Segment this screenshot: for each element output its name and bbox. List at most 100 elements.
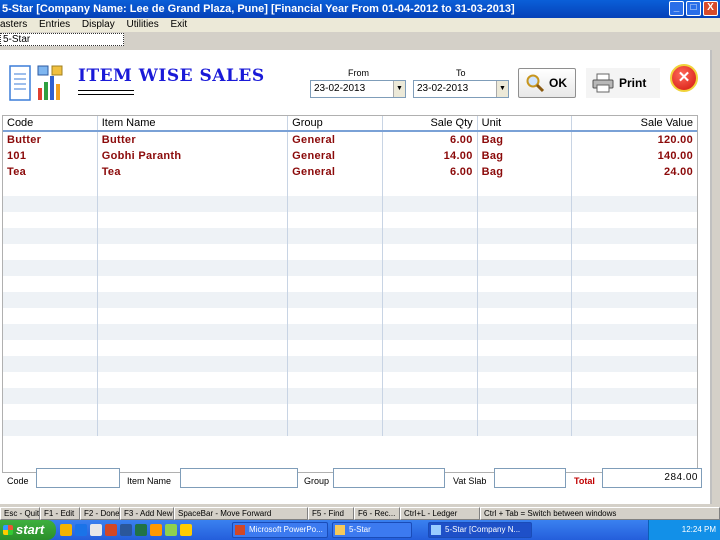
empty-cell — [3, 260, 98, 276]
cell-item-name: Gobhi Paranth — [98, 148, 289, 164]
table-row[interactable]: Butter Butter General 6.00 Bag 120.00 — [3, 132, 697, 148]
maximize-button[interactable]: □ — [686, 1, 701, 16]
code-filter-label: Code — [7, 476, 29, 486]
excel-icon[interactable] — [135, 524, 147, 536]
from-date-picker[interactable]: 23-02-2013 ▼ — [310, 80, 406, 98]
empty-cell — [3, 372, 98, 388]
empty-cell — [288, 212, 383, 228]
title-underline — [78, 90, 134, 91]
empty-cell — [383, 372, 478, 388]
cell-code: Butter — [3, 132, 98, 148]
word-icon[interactable] — [120, 524, 132, 536]
app-icon — [431, 525, 441, 535]
column-header-sale-value[interactable]: Sale Value — [572, 116, 697, 130]
column-header-sale-qty[interactable]: Sale Qty — [383, 116, 478, 130]
shortcut-hint: F2 - Done — [80, 507, 120, 520]
empty-cell — [3, 276, 98, 292]
empty-cell — [478, 404, 573, 420]
powerpoint-icon[interactable] — [105, 524, 117, 536]
clock: 12:24 PM — [681, 525, 716, 534]
group-filter-input[interactable] — [333, 468, 445, 488]
menu-exit[interactable]: Exit — [171, 19, 188, 30]
empty-cell — [572, 276, 697, 292]
empty-cell — [98, 260, 289, 276]
report-title: ITEM WISE SALES — [78, 66, 265, 86]
close-report-button[interactable]: ✕ — [670, 64, 698, 92]
ok-button[interactable]: OK — [518, 68, 576, 98]
empty-cell — [98, 356, 289, 372]
empty-cell — [288, 308, 383, 324]
code-filter-input[interactable] — [36, 468, 120, 488]
column-header-unit[interactable]: Unit — [478, 116, 573, 130]
start-button[interactable]: start — [0, 520, 56, 540]
app-icon[interactable] — [180, 524, 192, 536]
empty-row — [3, 324, 697, 340]
cell-group: General — [288, 132, 383, 148]
empty-cell — [288, 260, 383, 276]
desktop-icon[interactable] — [90, 524, 102, 536]
report-panel: ITEM WISE SALES From 23-02-2013 ▼ To 23-… — [0, 50, 712, 504]
table-row[interactable]: Tea Tea General 6.00 Bag 24.00 — [3, 164, 697, 180]
empty-cell — [3, 340, 98, 356]
taskbar: start Microsoft PowerPo... 5-Star 5-Star… — [0, 520, 720, 540]
chevron-down-icon[interactable]: ▼ — [393, 81, 405, 97]
powerpoint-icon — [235, 525, 245, 535]
cell-sale-value: 140.00 — [657, 150, 694, 162]
cell-item-name: Tea — [98, 164, 289, 180]
folder-icon[interactable] — [60, 524, 72, 536]
shortcut-hint: F1 - Edit — [40, 507, 80, 520]
task-label: Microsoft PowerPo... — [249, 525, 323, 534]
cell-group: General — [288, 148, 383, 164]
browser-icon[interactable] — [75, 524, 87, 536]
empty-cell — [98, 244, 289, 260]
empty-row — [3, 196, 697, 212]
vat-slab-input[interactable] — [494, 468, 566, 488]
menu-display[interactable]: Display — [82, 19, 115, 30]
chevron-down-icon[interactable]: ▼ — [496, 81, 508, 97]
cell-sale-qty: 14.00 — [383, 148, 478, 164]
column-header-group[interactable]: Group — [288, 116, 383, 130]
empty-cell — [572, 228, 697, 244]
empty-cell — [98, 228, 289, 244]
empty-row — [3, 372, 697, 388]
to-date-picker[interactable]: 23-02-2013 ▼ — [413, 80, 509, 98]
empty-cell — [288, 340, 383, 356]
task-5star-company[interactable]: 5-Star [Company N... — [428, 522, 532, 538]
item-name-filter-input[interactable] — [180, 468, 298, 488]
empty-cell — [98, 404, 289, 420]
column-header-code[interactable]: Code — [3, 116, 98, 130]
task-powerpoint[interactable]: Microsoft PowerPo... — [232, 522, 328, 538]
minimize-button[interactable]: _ — [669, 1, 684, 16]
close-window-button[interactable]: X — [703, 1, 718, 16]
empty-cell — [572, 420, 697, 436]
mdi-window-tab[interactable]: 5-Star — [0, 33, 124, 46]
empty-cell — [288, 196, 383, 212]
empty-cell — [383, 388, 478, 404]
cell-sale-value: 120.00 — [657, 134, 694, 146]
task-5star[interactable]: 5-Star — [332, 522, 412, 538]
empty-cell — [478, 212, 573, 228]
empty-cell — [572, 244, 697, 260]
empty-row — [3, 260, 697, 276]
menu-entries[interactable]: Entries — [39, 19, 70, 30]
column-header-item-name[interactable]: Item Name — [98, 116, 289, 130]
empty-row — [3, 388, 697, 404]
empty-cell — [572, 356, 697, 372]
empty-cell — [98, 180, 289, 196]
empty-cell — [383, 228, 478, 244]
app-icon[interactable] — [150, 524, 162, 536]
print-button[interactable]: Print — [586, 68, 660, 98]
menu-utilities[interactable]: Utilities — [127, 19, 159, 30]
table-row[interactable]: 101 Gobhi Paranth General 14.00 Bag 140.… — [3, 148, 697, 164]
grid-header: Code Item Name Group Sale Qty Unit Sale … — [3, 116, 697, 132]
empty-row — [3, 180, 697, 196]
app-icon[interactable] — [165, 524, 177, 536]
empty-cell — [3, 420, 98, 436]
cell-unit: Bag — [478, 148, 573, 164]
menu-masters[interactable]: asters — [0, 19, 27, 30]
empty-cell — [3, 212, 98, 228]
empty-cell — [98, 420, 289, 436]
empty-cell — [3, 404, 98, 420]
empty-row — [3, 340, 697, 356]
empty-cell — [3, 308, 98, 324]
